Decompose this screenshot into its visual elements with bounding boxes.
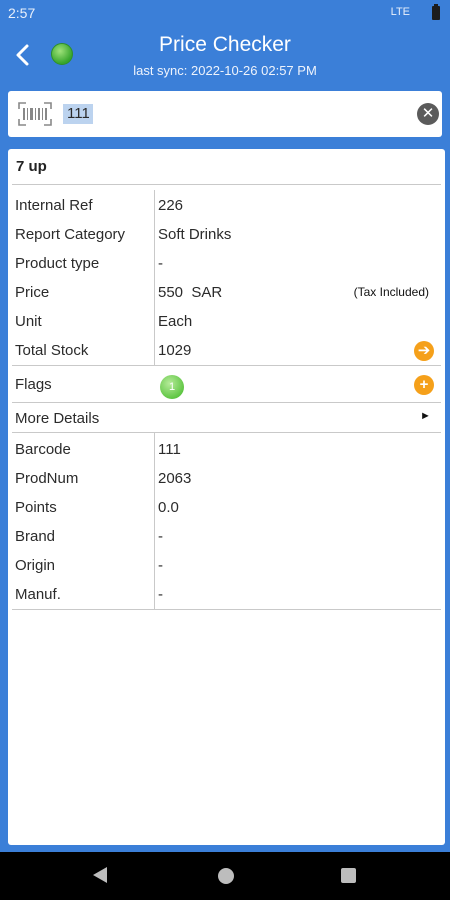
network-indicator: LTE	[390, 6, 410, 18]
divider	[12, 402, 441, 403]
divider	[12, 609, 441, 610]
divider	[12, 432, 441, 433]
row-label: Internal Ref	[15, 197, 93, 214]
row-value: Each	[158, 313, 193, 330]
clear-circle-icon[interactable]: ✕	[417, 103, 439, 125]
app-bar: Price Checker last sync: 2022-10-26 02:5…	[0, 26, 450, 86]
row-label: ProdNum	[15, 470, 79, 487]
row-value: 111	[158, 441, 181, 458]
row-flags: Flags 1 +	[8, 370, 445, 399]
page-title: Price Checker	[159, 33, 291, 56]
row-value: -	[158, 255, 163, 272]
nav-home-icon[interactable]	[218, 868, 234, 884]
flag-count-badge[interactable]: 1	[160, 375, 184, 399]
row-label: Unit	[15, 313, 42, 330]
more-details-label: More Details	[15, 410, 100, 427]
row-barcode: Barcode 111	[8, 435, 445, 463]
row-label: Brand	[15, 528, 56, 545]
more-details-row[interactable]: More Details ►	[8, 404, 445, 432]
row-value: 226	[158, 197, 184, 214]
row-label: Manuf.	[15, 586, 61, 603]
chevron-right-icon: ►	[420, 410, 431, 422]
battery-icon	[432, 4, 440, 20]
row-value: 2063	[158, 470, 192, 487]
row-label: Points	[15, 499, 57, 516]
divider	[12, 365, 441, 366]
row-label: Flags	[15, 376, 52, 393]
product-name: 7 up	[16, 158, 47, 175]
row-brand: Brand -	[8, 522, 445, 550]
row-price: Price 550 SAR (Tax Included)	[8, 278, 445, 306]
row-label: Origin	[15, 557, 56, 574]
search-input[interactable]	[63, 104, 93, 124]
row-value: -	[158, 557, 163, 574]
row-label: Total Stock	[15, 342, 89, 359]
nav-recents-icon[interactable]	[341, 868, 356, 883]
status-time: 2:57	[8, 5, 36, 21]
row-total-stock: Total Stock 1029 ➔	[8, 336, 445, 364]
row-origin: Origin -	[8, 551, 445, 579]
row-value: -	[158, 586, 163, 603]
row-product-type: Product type -	[8, 249, 445, 277]
row-value: Soft Drinks	[158, 226, 232, 243]
last-sync-label: last sync: 2022-10-26 02:57 PM	[133, 63, 317, 78]
barcode-scan-icon[interactable]	[18, 102, 52, 126]
row-prodnum: ProdNum 2063	[8, 464, 445, 492]
price-value: 550 SAR	[158, 284, 223, 301]
row-label: Price	[15, 284, 50, 301]
row-internal-ref: Internal Ref 226	[8, 191, 445, 219]
add-flag-icon[interactable]: +	[414, 375, 434, 395]
row-points: Points 0.0	[8, 493, 445, 521]
status-bar: 2:57 LTE	[0, 0, 450, 26]
divider	[12, 184, 441, 185]
row-manuf: Manuf. -	[8, 580, 445, 608]
row-unit: Unit Each	[8, 307, 445, 335]
stock-details-arrow-icon[interactable]: ➔	[414, 341, 434, 361]
navigation-bar	[0, 852, 450, 900]
row-value: 0.0	[158, 499, 179, 516]
tax-note: (Tax Included)	[353, 285, 429, 299]
row-value: -	[158, 528, 163, 545]
product-card: 7 up Internal Ref 226 Report Category So…	[8, 149, 445, 845]
row-label: Report Category	[15, 226, 126, 243]
row-report-category: Report Category Soft Drinks	[8, 220, 445, 248]
search-bar: ✕	[8, 91, 442, 137]
nav-back-icon[interactable]	[93, 867, 107, 883]
row-label: Barcode	[15, 441, 71, 458]
row-value: 1029	[158, 342, 192, 359]
row-label: Product type	[15, 255, 100, 272]
